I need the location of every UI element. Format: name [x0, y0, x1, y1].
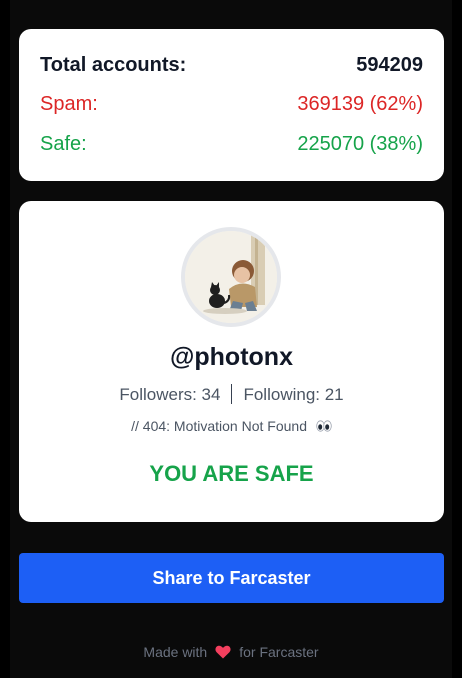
- divider: [231, 384, 233, 404]
- heart-icon: [215, 645, 231, 662]
- profile-username: @photonx: [170, 343, 293, 371]
- avatar: [181, 227, 281, 327]
- followers-count: Followers: 34: [119, 385, 221, 404]
- app-frame: Total accounts: 594209 Spam: 369139 (62%…: [0, 0, 462, 678]
- footer: Made with for Farcaster: [0, 644, 462, 662]
- follow-stats: Followers: 34 Following: 21: [19, 384, 444, 405]
- stats-card: Total accounts: 594209 Spam: 369139 (62%…: [19, 29, 444, 181]
- total-accounts-value: 594209: [356, 53, 423, 76]
- total-accounts-row: Total accounts: 594209: [40, 52, 423, 78]
- eyes-icon: [316, 419, 332, 435]
- following-count: Following: 21: [243, 385, 344, 404]
- spam-label: Spam:: [40, 92, 98, 115]
- spam-value: 369139 (62%): [297, 92, 423, 115]
- safe-row: Safe: 225070 (38%): [40, 131, 423, 157]
- footer-suffix: for Farcaster: [239, 644, 319, 660]
- safe-value: 225070 (38%): [297, 132, 423, 155]
- spam-row: Spam: 369139 (62%): [40, 91, 423, 117]
- safe-label: Safe:: [40, 132, 87, 155]
- profile-bio: // 404: Motivation Not Found: [131, 418, 307, 434]
- footer-prefix: Made with: [143, 644, 208, 660]
- profile-card: @photonx Followers: 34 Following: 21 // 4…: [19, 201, 444, 522]
- avatar-image: [185, 231, 277, 323]
- share-to-farcaster-button[interactable]: Share to Farcaster: [19, 553, 444, 603]
- safety-verdict: YOU ARE SAFE: [149, 461, 314, 486]
- total-accounts-label: Total accounts:: [40, 53, 187, 76]
- profile-bio-line: // 404: Motivation Not Found: [19, 418, 444, 435]
